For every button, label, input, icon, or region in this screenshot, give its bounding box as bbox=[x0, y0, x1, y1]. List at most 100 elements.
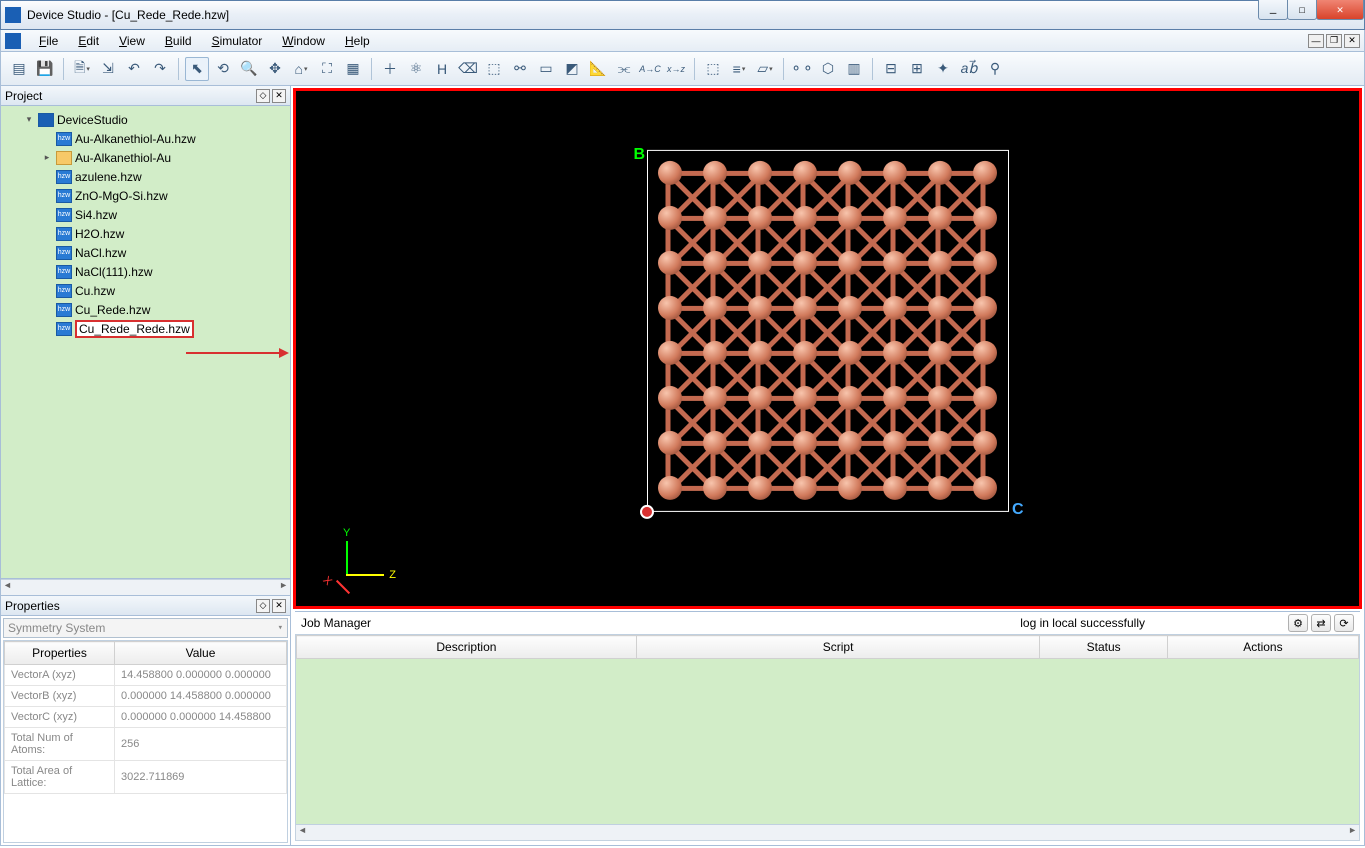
import-icon[interactable]: ⇲ bbox=[96, 57, 120, 81]
properties-close-button[interactable]: ✕ bbox=[272, 599, 286, 613]
window-minimize-button[interactable] bbox=[1258, 0, 1288, 20]
jobman-settings-button[interactable]: ⚙ bbox=[1288, 614, 1308, 632]
erase-icon[interactable]: ⌫ bbox=[456, 57, 480, 81]
menu-help[interactable]: Help bbox=[335, 32, 380, 50]
file-icon: hzw bbox=[56, 170, 72, 184]
bbox-icon[interactable]: ▱ bbox=[753, 57, 777, 81]
window-close-button[interactable] bbox=[1316, 0, 1364, 20]
add-icon[interactable]: ＋ bbox=[378, 57, 402, 81]
jobman-shuffle-button[interactable]: ⇄ bbox=[1311, 614, 1331, 632]
tree-item[interactable]: hzwazulene.hzw bbox=[1, 167, 290, 186]
jobman-hscroll[interactable] bbox=[295, 825, 1360, 841]
tree-item[interactable]: hzwZnO-MgO-Si.hzw bbox=[1, 186, 290, 205]
cursor-icon[interactable]: ⬉ bbox=[185, 57, 209, 81]
abc-icon[interactable]: A→C bbox=[638, 57, 662, 81]
x-axis-icon bbox=[336, 580, 350, 594]
project-tree[interactable]: ▾ DeviceStudio hzwAu-Alkanethiol-Au.hzw▸… bbox=[1, 106, 290, 579]
annotation-arrow bbox=[186, 352, 286, 354]
prop-header-name[interactable]: Properties bbox=[5, 642, 115, 665]
tree-item[interactable]: ▸Au-Alkanethiol-Au bbox=[1, 148, 290, 167]
tree-item[interactable]: hzwCu.hzw bbox=[1, 281, 290, 300]
job-col-status[interactable]: Status bbox=[1040, 636, 1167, 659]
properties-float-button[interactable]: ◇ bbox=[256, 599, 270, 613]
axes-gizmo bbox=[326, 526, 386, 586]
tree-item[interactable]: hzwNaCl.hzw bbox=[1, 243, 290, 262]
tree-item[interactable]: hzwH2O.hzw bbox=[1, 224, 290, 243]
plane-icon[interactable]: ◩ bbox=[560, 57, 584, 81]
prop-header-value[interactable]: Value bbox=[115, 642, 287, 665]
redo-icon[interactable]: ↷ bbox=[148, 57, 172, 81]
open-icon[interactable]: ▤ bbox=[7, 57, 31, 81]
device3-icon[interactable]: ✦ bbox=[931, 57, 955, 81]
job-col-script[interactable]: Script bbox=[636, 636, 1040, 659]
measure-icon[interactable]: 📐 bbox=[586, 57, 610, 81]
region-icon[interactable]: ⬚ bbox=[701, 57, 725, 81]
hydrogen-icon[interactable]: H bbox=[430, 57, 454, 81]
menu-build[interactable]: Build bbox=[155, 32, 202, 50]
job-col-description[interactable]: Description bbox=[297, 636, 637, 659]
file-icon: hzw bbox=[56, 284, 72, 298]
project-close-button[interactable]: ✕ bbox=[272, 89, 286, 103]
job-table: Description Script Status Actions bbox=[295, 634, 1360, 825]
file-icon: hzw bbox=[56, 208, 72, 222]
undo-icon[interactable]: ↶ bbox=[122, 57, 146, 81]
home-icon[interactable]: ⌂ bbox=[289, 57, 313, 81]
jobmanager-title: Job Manager bbox=[301, 616, 371, 630]
tree-item[interactable]: hzwCu_Rede_Rede.hzw bbox=[1, 319, 290, 338]
property-row: Total Area of Lattice:3022.711869 bbox=[5, 761, 287, 794]
ab-vector-icon[interactable]: ab⃗ bbox=[957, 57, 981, 81]
fit-icon[interactable]: ⛶ bbox=[315, 57, 339, 81]
zoom-icon[interactable]: 🔍 bbox=[237, 57, 261, 81]
axis-c-label: C bbox=[1012, 500, 1024, 518]
menu-edit[interactable]: Edit bbox=[68, 32, 109, 50]
crystal-structure: B C bbox=[647, 149, 1009, 511]
menu-file[interactable]: File bbox=[29, 32, 68, 50]
menu-simulator[interactable]: Simulator bbox=[202, 32, 273, 50]
jobman-refresh-button[interactable]: ⟳ bbox=[1334, 614, 1354, 632]
app-icon bbox=[5, 7, 21, 23]
select-icon[interactable]: ⬚ bbox=[482, 57, 506, 81]
grid-icon[interactable]: ▦ bbox=[341, 57, 365, 81]
lattice-icon[interactable]: ▥ bbox=[842, 57, 866, 81]
ring3-icon[interactable]: ⚬⚬ bbox=[790, 57, 814, 81]
tree-item[interactable]: hzwNaCl(111).hzw bbox=[1, 262, 290, 281]
file-icon: hzw bbox=[56, 246, 72, 260]
bond-icon[interactable]: ⚯ bbox=[508, 57, 532, 81]
link-icon[interactable]: ⚲ bbox=[983, 57, 1007, 81]
device1-icon[interactable]: ⊟ bbox=[879, 57, 903, 81]
job-col-actions[interactable]: Actions bbox=[1167, 636, 1358, 659]
toolbar: ▤ 💾 🗎 ⇲ ↶ ↷ ⬉ ⟲ 🔍 ✥ ⌂ ⛶ ▦ ＋ ⚛ H ⌫ ⬚ ⚯ ▭ … bbox=[0, 52, 1365, 86]
new-doc-icon[interactable]: 🗎 bbox=[70, 57, 94, 81]
rotate-icon[interactable]: ⟲ bbox=[211, 57, 235, 81]
xyz-icon[interactable]: x→z bbox=[664, 57, 688, 81]
app-menu-icon bbox=[5, 33, 21, 49]
tree-item[interactable]: hzwSi4.hzw bbox=[1, 205, 290, 224]
ring4-icon[interactable]: ⬡ bbox=[816, 57, 840, 81]
y-axis-icon bbox=[346, 541, 348, 576]
pan-icon[interactable]: ✥ bbox=[263, 57, 287, 81]
properties-type-combo[interactable]: Symmetry System bbox=[3, 618, 288, 638]
mdi-close-button[interactable]: ✕ bbox=[1344, 34, 1360, 48]
menu-window[interactable]: Window bbox=[272, 32, 335, 50]
file-icon: hzw bbox=[56, 265, 72, 279]
project-hscroll[interactable] bbox=[1, 579, 290, 595]
window-maximize-button[interactable] bbox=[1287, 0, 1317, 20]
properties-panel-title: Properties bbox=[5, 599, 60, 613]
layers-icon[interactable]: ≡ bbox=[727, 57, 751, 81]
tree-item[interactable]: hzwAu-Alkanethiol-Au.hzw bbox=[1, 129, 290, 148]
mdi-minimize-button[interactable]: — bbox=[1308, 34, 1324, 48]
save-icon[interactable]: 💾 bbox=[33, 57, 57, 81]
device2-icon[interactable]: ⊞ bbox=[905, 57, 929, 81]
project-float-button[interactable]: ◇ bbox=[256, 89, 270, 103]
box-icon[interactable]: ▭ bbox=[534, 57, 558, 81]
menu-view[interactable]: View bbox=[109, 32, 155, 50]
mdi-restore-button[interactable]: ❐ bbox=[1326, 34, 1342, 48]
molecule-icon[interactable]: ⚛ bbox=[404, 57, 428, 81]
properties-panel-header: Properties ◇ ✕ bbox=[1, 596, 290, 616]
chain-icon[interactable]: ⫘ bbox=[612, 57, 636, 81]
file-icon: hzw bbox=[56, 189, 72, 203]
tree-root[interactable]: ▾ DeviceStudio bbox=[1, 110, 290, 129]
tree-item[interactable]: hzwCu_Rede.hzw bbox=[1, 300, 290, 319]
window-title: Device Studio - [Cu_Rede_Rede.hzw] bbox=[27, 8, 229, 22]
3d-viewport[interactable]: B C bbox=[293, 88, 1362, 609]
